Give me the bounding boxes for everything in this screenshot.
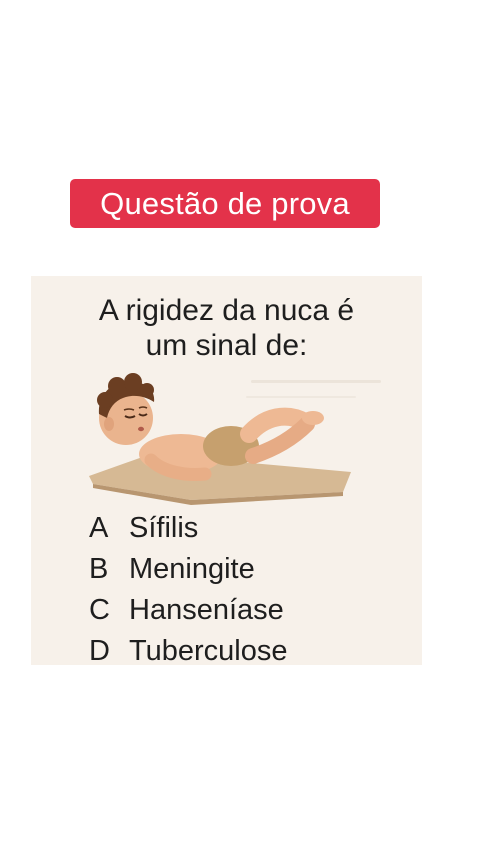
option-c[interactable]: C Hanseníase bbox=[89, 590, 409, 631]
option-b[interactable]: B Meningite bbox=[89, 549, 409, 590]
question-line-1: A rigidez da nuca é bbox=[98, 294, 355, 327]
exam-question-badge: Questão de prova bbox=[70, 179, 380, 228]
option-letter: B bbox=[89, 553, 109, 585]
option-text: Hanseníase bbox=[129, 594, 284, 626]
option-text: Sífilis bbox=[129, 512, 199, 544]
option-d[interactable]: D Tuberculose bbox=[89, 631, 409, 672]
question-text: A rigidez da nuca é um sinal de: bbox=[31, 293, 422, 363]
page: Questão de prova A rigidez da nuca é um … bbox=[0, 0, 480, 854]
option-text: Tuberculose bbox=[129, 635, 288, 667]
question-card: A rigidez da nuca é um sinal de: A Sífil… bbox=[31, 276, 422, 667]
option-letter: D bbox=[89, 635, 110, 667]
option-text: Meningite bbox=[129, 553, 255, 585]
option-letter: C bbox=[89, 594, 110, 626]
answer-options: A Sífilis B Meningite C Hanseníase D Tub… bbox=[89, 508, 409, 672]
option-a[interactable]: A Sífilis bbox=[89, 508, 409, 549]
question-line-2: um sinal de: bbox=[145, 329, 308, 362]
option-letter: A bbox=[89, 512, 109, 544]
baby-lying-on-mat-icon bbox=[89, 373, 381, 505]
